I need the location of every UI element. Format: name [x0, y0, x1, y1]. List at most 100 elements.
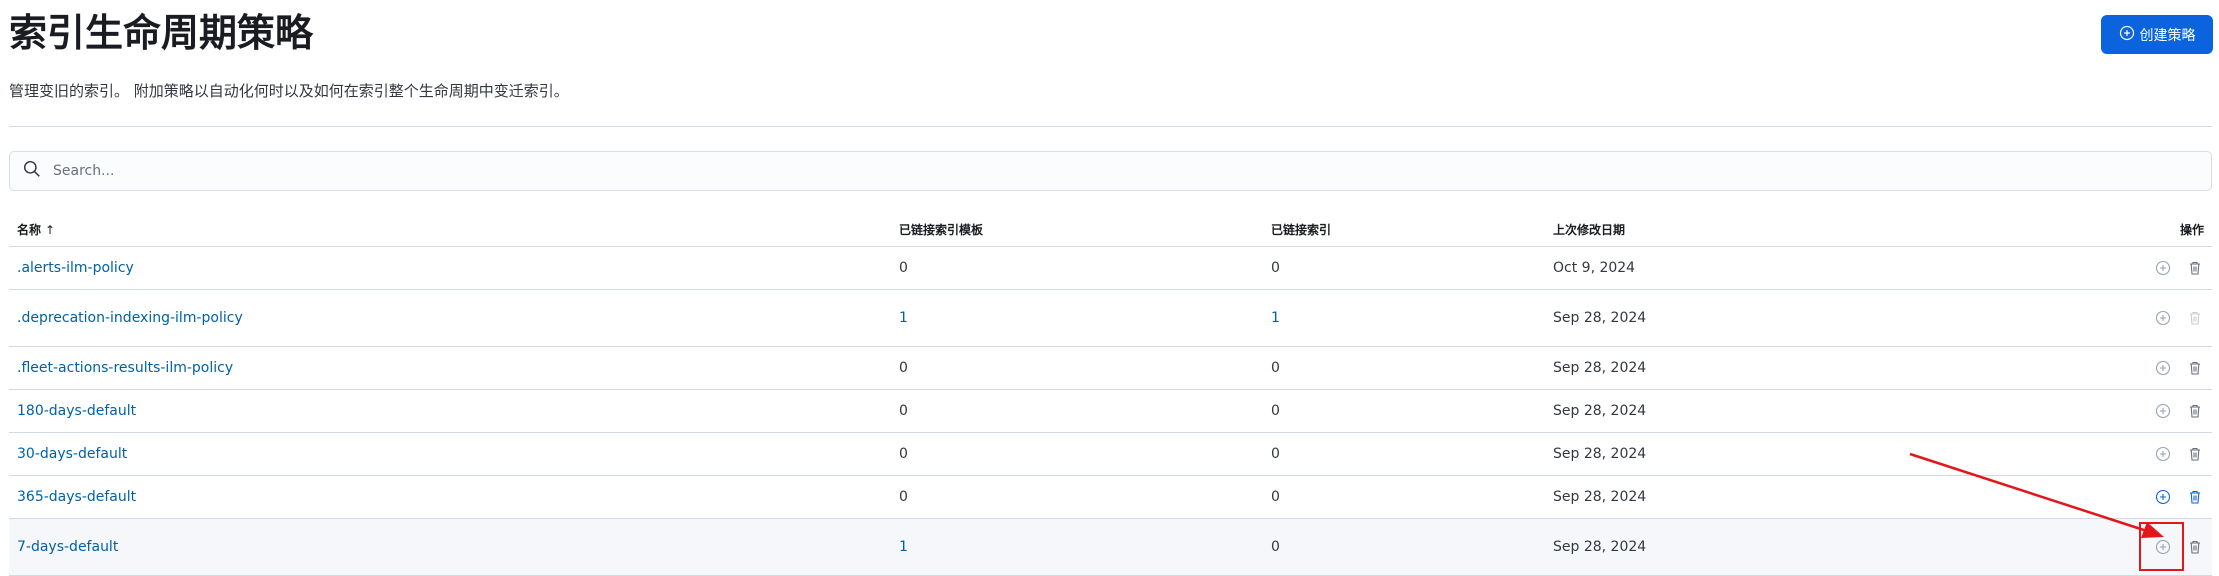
policy-name-link[interactable]: .deprecation-indexing-ilm-policy [17, 310, 243, 326]
linked-templates-count: 0 [899, 360, 908, 376]
plus-circle-icon [2119, 25, 2135, 45]
linked-templates-cell: 0 [891, 475, 1263, 519]
linked-indices-count[interactable]: 1 [1271, 310, 1280, 326]
search-bar[interactable] [9, 151, 2212, 191]
table-row: 7-days-default 1 0 Sep 28, 2024 [9, 518, 2212, 576]
search-input[interactable] [51, 151, 2211, 191]
trash-icon [2190, 540, 2200, 554]
policy-name-cell: .alerts-ilm-policy [9, 246, 891, 290]
trash-icon [2190, 404, 2200, 418]
policy-name-link[interactable]: 365-days-default [17, 489, 136, 505]
column-header-linked-templates[interactable]: 已链接索引模板 [891, 212, 1263, 247]
trash-icon [2190, 447, 2200, 461]
linked-indices-cell: 0 [1263, 432, 1545, 476]
delete-policy-button [2184, 307, 2206, 329]
delete-policy-button[interactable] [2184, 257, 2206, 279]
linked-templates-cell: 0 [891, 389, 1263, 433]
trash-icon [2190, 311, 2200, 325]
add-policy-to-template-button[interactable] [2152, 257, 2174, 279]
page-description: 管理变旧的索引。 附加策略以自动化何时以及如何在索引整个生命周期中变迁索引。 [9, 82, 569, 100]
column-header-name[interactable]: 名称 ↑ [9, 212, 891, 247]
linked-indices-cell: 0 [1263, 346, 1545, 390]
modified-date-cell: Sep 28, 2024 [1545, 518, 2105, 576]
linked-indices-cell: 0 [1263, 389, 1545, 433]
policy-name-cell: 7-days-default [9, 518, 891, 576]
header-divider [9, 126, 2212, 127]
plus-circle-icon [2155, 360, 2171, 376]
linked-templates-cell: 0 [891, 432, 1263, 476]
linked-indices-count: 0 [1271, 489, 1280, 505]
column-header-modified-date[interactable]: 上次修改日期 [1545, 212, 2105, 247]
modified-date-cell: Sep 28, 2024 [1545, 389, 2105, 433]
actions-cell [2105, 289, 2212, 347]
linked-templates-count: 0 [899, 446, 908, 462]
delete-policy-button[interactable] [2184, 486, 2206, 508]
column-header-actions: 操作 [2105, 212, 2212, 247]
policy-name-cell: 365-days-default [9, 475, 891, 519]
policy-name-cell: 30-days-default [9, 432, 891, 476]
actions-cell [2105, 432, 2212, 476]
linked-indices-count: 0 [1271, 260, 1280, 276]
add-policy-to-template-button[interactable] [2152, 443, 2174, 465]
linked-templates-count: 0 [899, 403, 908, 419]
linked-templates-count: 0 [899, 260, 908, 276]
linked-indices-count: 0 [1271, 446, 1280, 462]
linked-indices-count: 0 [1271, 539, 1280, 555]
actions-cell [2105, 246, 2212, 290]
linked-templates-cell: 1 [891, 518, 1263, 576]
table-row: 30-days-default 0 0 Sep 28, 2024 [9, 432, 2212, 476]
plus-circle-icon [2155, 403, 2171, 419]
policy-name-link[interactable]: 180-days-default [17, 403, 136, 419]
add-policy-to-template-button[interactable] [2152, 400, 2174, 422]
table-row: 365-days-default 0 0 Sep 28, 2024 [9, 475, 2212, 519]
add-policy-to-template-button[interactable] [2152, 307, 2174, 329]
modified-date-cell: Sep 28, 2024 [1545, 432, 2105, 476]
plus-circle-icon [2155, 489, 2171, 505]
linked-templates-count: 0 [899, 489, 908, 505]
policies-table: 名称 ↑ 已链接索引模板 已链接索引 上次修改日期 操作 .alerts-ilm-… [9, 212, 2212, 576]
actions-cell [2105, 475, 2212, 519]
plus-circle-icon [2155, 446, 2171, 462]
add-policy-to-template-button[interactable] [2152, 486, 2174, 508]
linked-indices-cell: 0 [1263, 518, 1545, 576]
delete-policy-button[interactable] [2184, 443, 2206, 465]
trash-icon [2190, 490, 2200, 504]
trash-icon [2190, 261, 2200, 275]
modified-date-cell: Oct 9, 2024 [1545, 246, 2105, 290]
linked-templates-count[interactable]: 1 [899, 539, 908, 555]
create-policy-label: 创建策略 [2139, 27, 2196, 44]
delete-policy-button[interactable] [2184, 357, 2206, 379]
linked-indices-cell: 1 [1263, 289, 1545, 347]
plus-circle-icon [2155, 310, 2171, 326]
linked-indices-cell: 0 [1263, 475, 1545, 519]
policy-name-link[interactable]: 7-days-default [17, 539, 118, 555]
policy-name-link[interactable]: .alerts-ilm-policy [17, 260, 134, 276]
modified-date-cell: Sep 28, 2024 [1545, 346, 2105, 390]
column-header-linked-indices[interactable]: 已链接索引 [1263, 212, 1545, 247]
page-title: 索引生命周期策略 [9, 11, 314, 55]
table-row: .alerts-ilm-policy 0 0 Oct 9, 2024 [9, 246, 2212, 290]
table-header-row: 名称 ↑ 已链接索引模板 已链接索引 上次修改日期 操作 [9, 212, 2212, 247]
linked-templates-count[interactable]: 1 [899, 310, 908, 326]
delete-policy-button[interactable] [2184, 400, 2206, 422]
policy-name-link[interactable]: .fleet-actions-results-ilm-policy [17, 360, 233, 376]
add-policy-to-template-button[interactable] [2152, 357, 2174, 379]
modified-date-cell: Sep 28, 2024 [1545, 475, 2105, 519]
policy-name-cell: .fleet-actions-results-ilm-policy [9, 346, 891, 390]
policy-name-cell: 180-days-default [9, 389, 891, 433]
plus-circle-icon [2155, 260, 2171, 276]
create-policy-button[interactable]: 创建策略 [2101, 15, 2213, 54]
annotation-highlight-box [2139, 522, 2184, 571]
trash-icon [2190, 361, 2200, 375]
policy-name-cell: .deprecation-indexing-ilm-policy [9, 289, 891, 347]
linked-indices-cell: 0 [1263, 246, 1545, 290]
modified-date-cell: Sep 28, 2024 [1545, 289, 2105, 347]
delete-policy-button[interactable] [2184, 536, 2206, 558]
linked-indices-count: 0 [1271, 403, 1280, 419]
table-row: .deprecation-indexing-ilm-policy 1 1 Sep… [9, 289, 2212, 347]
policy-name-link[interactable]: 30-days-default [17, 446, 127, 462]
table-row: .fleet-actions-results-ilm-policy 0 0 Se… [9, 346, 2212, 390]
actions-cell [2105, 346, 2212, 390]
table-row: 180-days-default 0 0 Sep 28, 2024 [9, 389, 2212, 433]
search-icon [10, 160, 41, 182]
